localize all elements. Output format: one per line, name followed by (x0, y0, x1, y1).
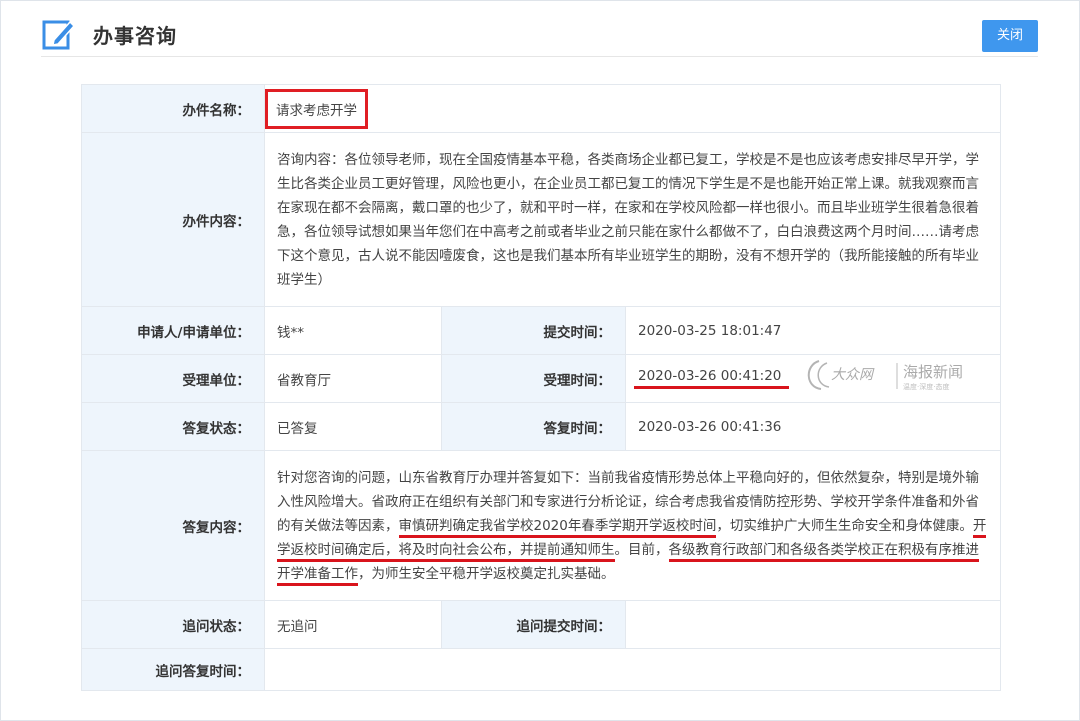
accept-time-label: 受理时间： (441, 354, 626, 403)
page-frame: 办事咨询 关闭 办件名称： 请求考虑开学 办件内容： 咨询内容：各位领导老师，现… (0, 0, 1080, 721)
watermark-sub-text: 温度·深度·态度 (903, 382, 949, 391)
reply-status-value: 已答复 (264, 402, 442, 451)
handling-unit-label: 受理单位： (81, 354, 265, 403)
item-content-label: 办件内容： (81, 132, 265, 307)
followup-reply-time-value (263, 648, 1002, 691)
reply-content-label: 答复内容： (81, 450, 265, 601)
page-title: 办事咨询 (93, 24, 177, 48)
row-reply-content: 答复内容： 针对您咨询的问题，山东省教育厅办理并答复如下：当前我省疫情形势总体上… (81, 450, 1002, 601)
accept-time-value: 2020-03-26 00:41:20 (634, 368, 790, 389)
watermark-right-text: 海报新闻 (903, 363, 963, 381)
item-name-value: 请求考虑开学 (265, 88, 368, 129)
submit-time-value: 2020-03-25 18:01:47 (624, 306, 1002, 355)
item-content-value: 咨询内容：各位领导老师，现在全国疫情基本平稳，各类商场企业都已复工，学校是不是也… (263, 132, 1002, 307)
reply-time-label: 答复时间： (441, 402, 626, 451)
followup-submit-time-label: 追问提交时间： (441, 600, 626, 649)
news-watermark: 大众网 海报新闻 温度·深度·态度 (807, 360, 963, 391)
submit-time-label: 提交时间： (441, 306, 626, 355)
handling-unit-value: 省教育厅 (264, 354, 442, 403)
followup-status-label: 追问状态： (81, 600, 265, 649)
row-followup-reply: 追问答复时间： (81, 648, 1002, 691)
row-followup: 追问状态： 无追问 追问提交时间： (81, 600, 1002, 649)
applicant-value: 钱** (264, 306, 442, 355)
row-item-name: 办件名称： 请求考虑开学 (81, 84, 1002, 133)
reply-status-label: 答复状态： (81, 402, 265, 451)
watermark-left-text: 大众网 (831, 367, 875, 383)
close-button[interactable]: 关闭 (982, 20, 1038, 52)
row-reply-status: 答复状态： 已答复 答复时间： 2020-03-26 00:41:36 (81, 402, 1002, 451)
followup-status-value: 无追问 (264, 600, 442, 649)
reply-time-value: 2020-03-26 00:41:36 (624, 402, 1002, 451)
header-divider (41, 56, 1038, 57)
followup-submit-time-value (624, 600, 1002, 649)
highlight-1: 审慎研判确定我省学校2020年春季学期开学返校时间 (398, 517, 717, 538)
followup-reply-time-label: 追问答复时间： (81, 648, 265, 691)
reply-content-value: 针对您咨询的问题，山东省教育厅办理并答复如下：当前我省疫情形势总体上平稳向好的，… (263, 450, 1002, 601)
applicant-label: 申请人/申请单位： (81, 306, 265, 355)
item-name-label: 办件名称： (81, 84, 265, 133)
row-item-content: 办件内容： 咨询内容：各位领导老师，现在全国疫情基本平稳，各类商场企业都已复工，… (81, 132, 1002, 307)
edit-icon (42, 20, 75, 50)
row-applicant: 申请人/申请单位： 钱** 提交时间： 2020-03-25 18:01:47 (81, 306, 1002, 355)
